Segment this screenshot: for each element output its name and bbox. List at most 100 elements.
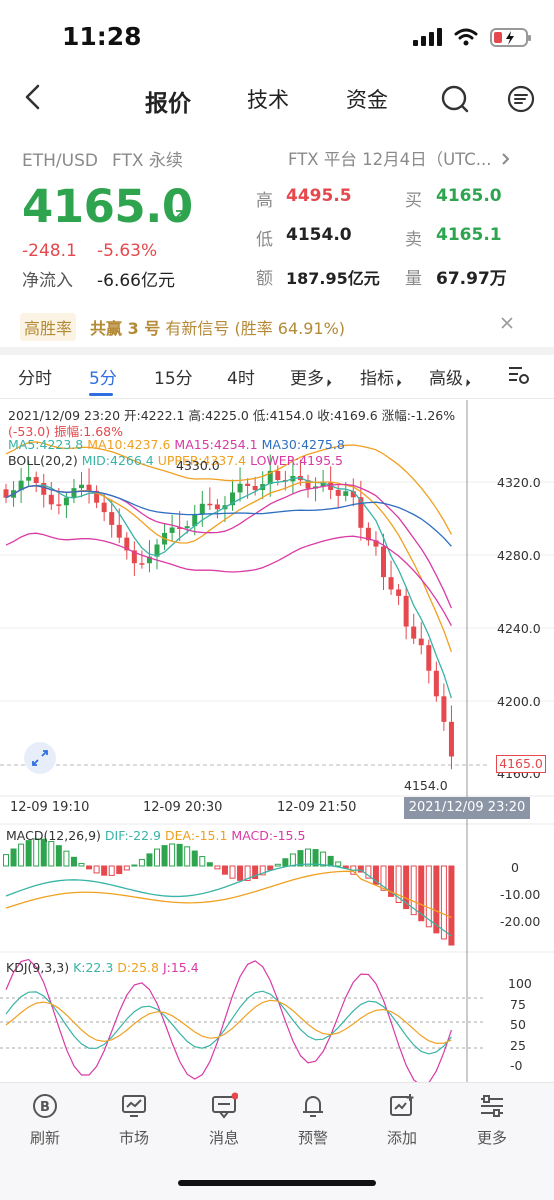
kdj-d: D:25.8 xyxy=(117,960,159,975)
stat-turnover-label: 额 xyxy=(256,269,273,289)
bottom-nav-label: 消息 xyxy=(208,1129,239,1147)
interval-tab-4h[interactable]: 4时 xyxy=(227,364,255,389)
bottom-nav-label: 预警 xyxy=(297,1129,328,1147)
macd-bar xyxy=(184,846,191,867)
macd-bar xyxy=(320,851,327,867)
macd-dea: DEA:-15.1 xyxy=(165,828,228,843)
macd-bar xyxy=(289,853,296,867)
macd-bar xyxy=(312,849,319,867)
candle-body xyxy=(33,477,39,483)
macd-bar xyxy=(101,865,108,876)
macd-bar xyxy=(25,840,32,867)
home-indicator xyxy=(178,1180,376,1186)
macd-bar xyxy=(282,858,289,867)
macd-bar xyxy=(305,848,311,867)
expand-icon xyxy=(32,750,48,766)
candle-body xyxy=(184,526,190,529)
candle-body xyxy=(199,503,205,515)
macd-bar xyxy=(206,862,213,867)
macd-bar xyxy=(131,864,138,867)
macd-axis-label: 0 xyxy=(511,860,519,875)
stat-volume-value: 67.97万 xyxy=(436,269,507,289)
macd-bar xyxy=(274,863,281,867)
bottom-nav-alert[interactable]: 预警 xyxy=(278,1092,348,1148)
interval-tab-time[interactable]: 分时 xyxy=(18,364,52,389)
candle-body xyxy=(101,502,107,513)
ma10-value: MA10:4237.6 xyxy=(87,437,171,452)
interval-tab-15m[interactable]: 15分 xyxy=(154,364,193,389)
bottom-nav-refresh[interactable]: B 刷新 xyxy=(10,1092,80,1148)
banner-text: 共赢 3 号 有新信号 (胜率 64.91%) xyxy=(90,315,345,339)
candle-body xyxy=(411,626,417,639)
price-change: -248.1 xyxy=(22,241,77,261)
tab-technical[interactable]: 技术 xyxy=(247,84,289,114)
candle-body xyxy=(335,489,341,496)
macd-bar xyxy=(267,865,274,871)
candle-body xyxy=(214,504,220,510)
expand-chart-button[interactable] xyxy=(24,742,56,774)
interval-tab-advanced[interactable]: 高级 xyxy=(429,364,469,389)
macd-bar xyxy=(55,845,62,867)
stat-low-label: 低 xyxy=(256,230,273,250)
active-tab-indicator xyxy=(89,393,113,396)
macd-bar xyxy=(116,865,123,875)
high-marker: 4330.0 xyxy=(176,458,220,473)
kdj-axis-label: 50 xyxy=(510,1017,526,1032)
macd-bar xyxy=(169,843,176,867)
bottom-nav-market[interactable]: 市场 xyxy=(99,1092,169,1148)
macd-bar xyxy=(123,865,130,871)
ma5-value: MA5:4223.8 xyxy=(8,437,84,452)
macd-bar xyxy=(146,853,153,867)
menu-icon[interactable] xyxy=(506,84,536,114)
interval-tab-indicator[interactable]: 指标 xyxy=(360,364,400,389)
boll-mid: MID:4266.4 xyxy=(81,453,154,468)
macd-bar xyxy=(93,865,100,874)
macd-axis-label: -10.00 xyxy=(500,887,541,902)
candle-body xyxy=(426,645,432,671)
y-axis-label: 4280.0 xyxy=(497,548,541,563)
macd-bar xyxy=(18,843,25,867)
tab-quote[interactable]: 报价 xyxy=(145,84,191,118)
candle-body xyxy=(207,503,213,506)
boll-title: BOLL(20,2) xyxy=(8,453,78,468)
time-axis-label: 12-09 19:10 xyxy=(10,800,90,815)
candle-body xyxy=(63,497,69,506)
candle-body xyxy=(237,483,243,493)
tab-funds[interactable]: 资金 xyxy=(346,84,388,114)
candle-body xyxy=(26,477,32,481)
bottom-nav-more[interactable]: 更多 xyxy=(457,1092,527,1148)
ma-legend: MA5:4223.8 MA10:4237.6 MA15:4254.1 MA30:… xyxy=(8,437,345,452)
kline-chart[interactable] xyxy=(0,400,554,1082)
bottom-nav-message[interactable]: 消息 xyxy=(189,1092,259,1148)
macd-bar xyxy=(10,848,17,867)
kdj-k: K:22.3 xyxy=(73,960,114,975)
close-icon[interactable] xyxy=(500,316,514,330)
candle-body xyxy=(448,721,454,757)
macd-title: MACD(12,26,9) xyxy=(6,828,101,843)
candle-body xyxy=(48,494,54,505)
candle-body xyxy=(139,563,145,565)
interval-tab-5m[interactable]: 5分 xyxy=(89,364,117,389)
banner-signal: 有新信号 (胜率 64.91%) xyxy=(165,319,346,338)
macd-bar xyxy=(237,865,244,881)
kdj-k-line xyxy=(5,990,452,1055)
interval-more-label: 更多 xyxy=(290,369,324,389)
kdj-axis-label: -0 xyxy=(510,1058,523,1073)
chart-settings-icon[interactable] xyxy=(508,365,530,385)
macd-bar xyxy=(86,865,93,870)
stat-high-label: 高 xyxy=(256,191,273,211)
macd-bar xyxy=(214,865,221,870)
venue-selector[interactable]: FTX 平台 12月4日（UTC... xyxy=(288,146,511,170)
candle-body xyxy=(109,512,115,525)
search-icon[interactable] xyxy=(440,84,470,114)
macd-bar xyxy=(161,845,168,867)
macd-legend: MACD(12,26,9) DIF:-22.9 DEA:-15.1 MACD:-… xyxy=(6,828,305,843)
last-price: 4165.0 xyxy=(22,180,193,233)
candle-body xyxy=(433,670,439,697)
bottom-nav-label: 市场 xyxy=(118,1129,149,1147)
interval-tab-more[interactable]: 更多 xyxy=(290,364,330,389)
contract-type: FTX 永续 xyxy=(111,151,183,171)
back-icon[interactable] xyxy=(20,82,46,112)
candle-body xyxy=(86,484,92,491)
bottom-nav-add[interactable]: 添加 xyxy=(367,1092,437,1148)
